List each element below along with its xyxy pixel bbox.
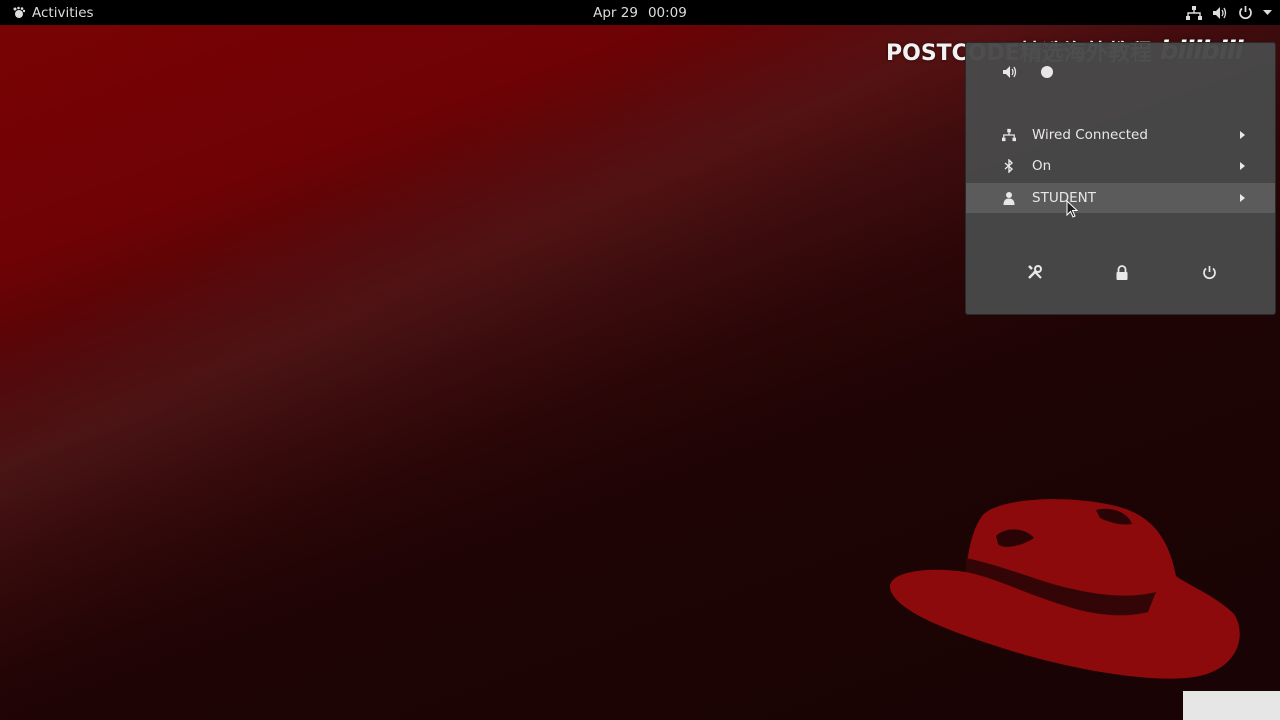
redhat-hat-logo [889, 499, 1240, 679]
dropdown-arrow-icon [1263, 9, 1272, 15]
volume-icon [1213, 6, 1227, 19]
menu-item-user[interactable]: STUDENT [966, 183, 1275, 213]
volume-slider-track[interactable] [1048, 72, 1248, 75]
menu-item-label: On [1032, 158, 1052, 174]
system-menu-popover: Wired Connected On STUDENT [965, 42, 1276, 315]
power-off-icon [1202, 265, 1216, 279]
chevron-right-icon [1240, 162, 1245, 170]
menu-item-bluetooth[interactable]: On [966, 151, 1275, 181]
clock-button[interactable]: Apr 29 00:09 [540, 0, 740, 25]
user-icon [1003, 192, 1015, 205]
volume-icon [1003, 66, 1017, 78]
chevron-right-icon [1240, 131, 1245, 139]
volume-slider-knob[interactable] [1041, 66, 1053, 78]
clock-time: 00:09 [647, 4, 687, 21]
menu-item-label: Wired Connected [1032, 127, 1148, 143]
mouse-cursor-icon [1066, 200, 1078, 218]
top-bar: Activities Apr 29 00:09 [0, 0, 1280, 25]
settings-button[interactable] [1020, 257, 1050, 287]
power-icon [1239, 6, 1252, 20]
corner-overlay-box [1183, 691, 1280, 720]
network-icon [1002, 128, 1016, 142]
lock-icon [1116, 264, 1128, 280]
settings-icon [1028, 265, 1042, 279]
chevron-right-icon [1240, 194, 1245, 202]
lock-button[interactable] [1107, 257, 1137, 287]
system-status-area[interactable] [1186, 0, 1272, 25]
power-off-button[interactable] [1194, 257, 1224, 287]
gnome-foot-icon [13, 6, 26, 18]
menu-item-wired[interactable]: Wired Connected [966, 120, 1275, 150]
network-icon [1186, 5, 1202, 20]
menu-item-label: STUDENT [1032, 190, 1096, 206]
activities-label: Activities [32, 4, 94, 21]
clock-date: Apr 29 [593, 4, 638, 21]
activities-button[interactable]: Activities [12, 0, 94, 25]
menu-action-row [966, 257, 1275, 287]
bluetooth-icon [1004, 159, 1014, 173]
volume-slider-row [966, 61, 1275, 85]
